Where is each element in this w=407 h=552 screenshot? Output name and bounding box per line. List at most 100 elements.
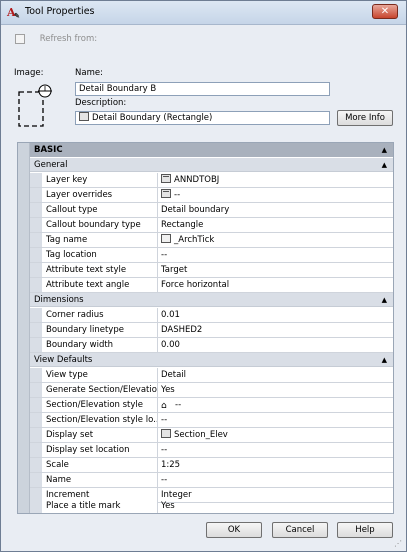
property-key: Attribute text style	[30, 263, 158, 277]
category-basic[interactable]: BASIC ▲	[30, 143, 393, 157]
property-value[interactable]: --	[161, 188, 180, 202]
property-value[interactable]: --	[161, 413, 167, 427]
name-label: Name:	[75, 68, 103, 78]
property-key: View type	[30, 368, 158, 382]
property-row[interactable]: Generate Section/Elevation Yes	[30, 383, 393, 398]
property-key: Callout boundary type	[30, 218, 158, 232]
property-value[interactable]: DASHED2	[161, 323, 202, 337]
property-row[interactable]: Scale 1:25	[30, 458, 393, 473]
property-row[interactable]: Section/Elevation style lo... --	[30, 413, 393, 428]
property-row[interactable]: Boundary width 0.00	[30, 338, 393, 353]
name-input[interactable]: Detail Boundary B	[75, 82, 330, 96]
property-key: Name	[30, 473, 158, 487]
property-value[interactable]: Rectangle	[161, 218, 203, 232]
property-row[interactable]: View type Detail	[30, 368, 393, 383]
more-info-button[interactable]: More Info	[337, 110, 393, 126]
image-label: Image:	[14, 68, 44, 78]
layer-key-icon	[161, 174, 171, 183]
property-row[interactable]: Corner radius 0.01	[30, 308, 393, 323]
property-key: Display set location	[30, 443, 158, 457]
property-row[interactable]: Display set location --	[30, 443, 393, 458]
property-row[interactable]: Display set Section_Elev	[30, 428, 393, 443]
collapse-caret-icon[interactable]: ▲	[382, 158, 387, 172]
close-button[interactable]: ✕	[372, 4, 398, 19]
property-grid: BASIC ▲ General ▲ Layer key ANNDTOBJ Lay…	[17, 142, 394, 514]
tag-icon	[161, 234, 171, 243]
property-value[interactable]: Target	[161, 263, 187, 277]
property-value[interactable]: Detail boundary	[161, 203, 229, 217]
property-value-text: --	[174, 190, 181, 200]
collapse-caret-icon[interactable]: ▲	[382, 353, 387, 367]
property-row[interactable]: Layer overrides --	[30, 188, 393, 203]
property-key: Section/Elevation style	[30, 398, 158, 412]
description-input[interactable]: Detail Boundary (Rectangle)	[75, 111, 330, 125]
detail-boundary-icon	[18, 84, 52, 127]
category-general-label: General	[34, 160, 68, 170]
property-row[interactable]: Place a title mark Yes	[30, 499, 393, 514]
title-bar[interactable]: A ✎ Tool Properties ✕	[1, 1, 406, 25]
refresh-row: Refresh from:	[15, 34, 97, 46]
property-key: Display set	[30, 428, 158, 442]
property-row[interactable]: Section/Elevation style ⌂ --	[30, 398, 393, 413]
help-button[interactable]: Help	[337, 522, 393, 538]
collapse-caret-icon[interactable]: ▲	[382, 293, 387, 307]
property-value-text: _ArchTick	[174, 235, 215, 245]
property-key: Section/Elevation style lo...	[30, 413, 158, 427]
property-value[interactable]: 0.00	[161, 338, 180, 352]
category-basic-label: BASIC	[34, 145, 63, 155]
category-dimensions[interactable]: Dimensions ▲	[30, 293, 393, 307]
refresh-label: Refresh from:	[39, 34, 98, 44]
resize-grip-icon[interactable]: ⋰	[394, 539, 404, 549]
property-value[interactable]: 1:25	[161, 458, 180, 472]
property-value[interactable]: ⌂ --	[161, 398, 181, 412]
cancel-button[interactable]: Cancel	[272, 522, 328, 538]
collapse-caret-icon[interactable]: ▲	[382, 143, 387, 157]
property-value-text: ANNDTOBJ	[174, 175, 220, 185]
property-row[interactable]: Layer key ANNDTOBJ	[30, 173, 393, 188]
property-value[interactable]: --	[161, 473, 167, 487]
property-value[interactable]: Section_Elev	[161, 428, 228, 442]
category-dimensions-label: Dimensions	[34, 295, 84, 305]
property-row[interactable]: Tag location --	[30, 248, 393, 263]
tool-properties-window: A ✎ Tool Properties ✕ Refresh from: Image…	[0, 0, 407, 552]
property-key: Layer overrides	[30, 188, 158, 202]
property-value-text: --	[175, 400, 182, 410]
layer-overrides-icon	[161, 189, 171, 198]
ok-button[interactable]: OK	[206, 522, 262, 538]
property-key: Generate Section/Elevation	[30, 383, 158, 397]
property-row[interactable]: Name --	[30, 473, 393, 488]
app-icon: A ✎	[7, 6, 20, 20]
property-row[interactable]: Callout boundary type Rectangle	[30, 218, 393, 233]
description-label: Description:	[75, 98, 127, 108]
property-key: Layer key	[30, 173, 158, 187]
property-value[interactable]: _ArchTick	[161, 233, 214, 247]
property-grid-gutter	[18, 143, 30, 513]
property-value[interactable]: ANNDTOBJ	[161, 173, 219, 187]
property-key: Tag name	[30, 233, 158, 247]
property-row[interactable]: Attribute text angle Force horizontal	[30, 278, 393, 293]
property-value[interactable]: --	[161, 248, 167, 262]
property-key: Scale	[30, 458, 158, 472]
property-value[interactable]: Yes	[161, 499, 175, 513]
property-row[interactable]: Callout type Detail boundary	[30, 203, 393, 218]
property-row[interactable]: Boundary linetype DASHED2	[30, 323, 393, 338]
window-title: Tool Properties	[25, 6, 95, 17]
category-view-defaults[interactable]: View Defaults ▲	[30, 353, 393, 367]
property-row[interactable]: Tag name _ArchTick	[30, 233, 393, 248]
property-value[interactable]: 0.01	[161, 308, 180, 322]
description-icon	[79, 112, 89, 121]
property-key: Tag location	[30, 248, 158, 262]
description-value: Detail Boundary (Rectangle)	[92, 113, 213, 123]
property-value[interactable]: Yes	[161, 383, 175, 397]
property-value[interactable]: Force horizontal	[161, 278, 229, 292]
tool-image-preview[interactable]	[15, 83, 65, 129]
property-value[interactable]: Detail	[161, 368, 186, 382]
property-key: Corner radius	[30, 308, 158, 322]
category-general[interactable]: General ▲	[30, 158, 393, 172]
property-value[interactable]: --	[161, 443, 167, 457]
property-key: Boundary linetype	[30, 323, 158, 337]
refresh-checkbox[interactable]	[15, 34, 25, 44]
property-row[interactable]: Attribute text style Target	[30, 263, 393, 278]
display-set-icon	[161, 429, 171, 438]
property-value-text: Section_Elev	[174, 430, 228, 440]
